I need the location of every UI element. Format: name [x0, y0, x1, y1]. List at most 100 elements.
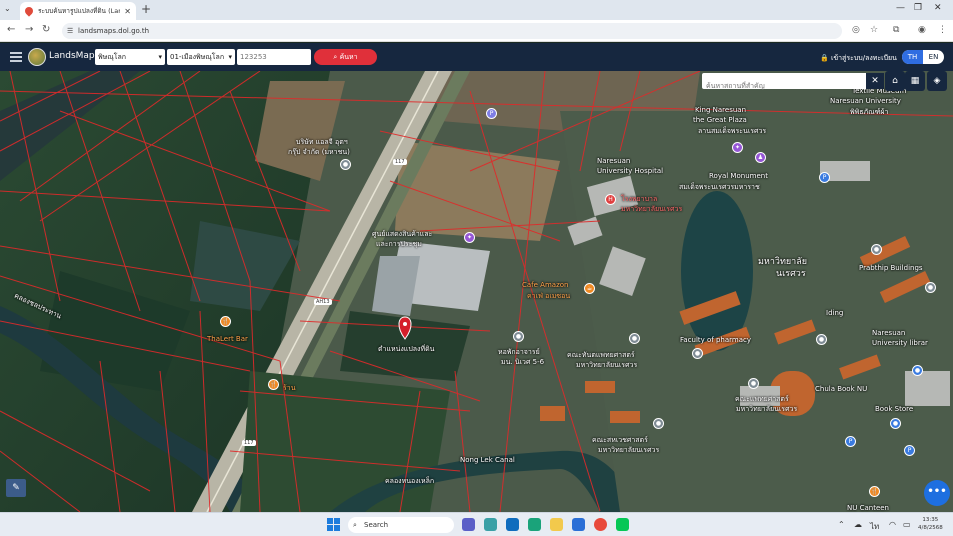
language-icon[interactable]: ไท — [870, 520, 879, 533]
teams-icon[interactable] — [462, 518, 475, 531]
parking-marker-icon[interactable]: P — [904, 445, 915, 456]
onedrive-icon[interactable]: ☁ — [854, 520, 862, 529]
label-chula-book-2: Book Store — [875, 405, 914, 413]
tab-list-icon[interactable]: ⌄ — [4, 4, 11, 13]
pharmacy-marker-icon[interactable]: ● — [692, 348, 703, 359]
label-iding: Iding — [826, 309, 844, 317]
chrome-icon[interactable] — [594, 518, 607, 531]
parcel-number-input[interactable] — [237, 49, 311, 65]
bookmark-star-icon[interactable]: ☆ — [870, 25, 878, 35]
extensions-icon[interactable]: ⧉ — [893, 25, 899, 35]
close-window-icon[interactable]: ✕ — [934, 3, 942, 13]
label-king-th: ลานสมเด็จพระนเรศวร — [698, 127, 767, 135]
url-text: landsmaps.dol.go.th — [78, 27, 150, 35]
clear-search-icon[interactable]: ✕ — [866, 73, 884, 89]
label-naresuan-hospital: Naresuan — [597, 157, 631, 165]
parking-marker-icon[interactable]: P — [845, 436, 856, 447]
exhibition-marker-icon[interactable]: ✦ — [464, 232, 475, 243]
home-building-icon[interactable]: ⌂ — [885, 71, 905, 91]
windows-taskbar: ⌕ Search ⌃ ☁ ไท ◠ ▭ 13:35 4/8/2568 — [0, 512, 953, 536]
label-nu-library: Naresuan — [872, 329, 906, 337]
file-explorer-icon[interactable] — [550, 518, 563, 531]
more-options-button[interactable]: ••• — [924, 480, 950, 506]
url-field[interactable]: ☰ landsmaps.dol.go.th — [62, 23, 842, 39]
label-textile-2: Naresuan University — [830, 97, 901, 105]
label-nong-lek-canal: Nong Lek Canal — [460, 456, 515, 464]
language-toggle[interactable]: TH EN — [902, 50, 944, 64]
tray-chevron-icon[interactable]: ⌃ — [838, 520, 845, 529]
label-prabthip: Prabthip Buildings — [859, 264, 923, 272]
label-royal-monument: Royal Monument — [709, 172, 768, 180]
label-cafe-amazon: Cafe Amazon — [522, 281, 569, 289]
plaza-marker-icon[interactable]: ✦ — [732, 142, 743, 153]
lang-th-option[interactable]: TH — [902, 50, 923, 64]
copilot-icon[interactable] — [484, 518, 497, 531]
profile-icon[interactable]: ◉ — [918, 25, 926, 35]
forward-icon[interactable]: → — [25, 24, 33, 35]
close-tab-icon[interactable]: ✕ — [124, 7, 131, 16]
label-allied-health-2: มหาวิทยาลัยนเรศวร — [598, 446, 660, 454]
satellite-map[interactable]: 117 AH13 117 P ● ✦ H ✦ ♟ P ● ● ☕ 🍴 🍴 ● ●… — [0, 71, 953, 512]
restaurant-marker-icon[interactable]: 🍴 — [268, 379, 279, 390]
tab-title: ระบบค้นหารูปแปลงที่ดิน (LandsMa... — [38, 7, 121, 15]
route-117-shield: 117 — [393, 159, 407, 165]
new-tab-icon[interactable]: + — [141, 2, 151, 16]
district-select[interactable]: 01-เมืองพิษณุโลก ▾ — [167, 49, 235, 65]
reload-icon[interactable]: ↻ — [42, 24, 50, 35]
battery-icon[interactable]: ▭ — [903, 520, 911, 529]
browser-menu-icon[interactable]: ⋮ — [938, 25, 947, 35]
outlook-icon[interactable] — [506, 518, 519, 531]
canteen-marker-icon[interactable]: 🍴 — [869, 486, 880, 497]
dorm-marker-icon[interactable]: ● — [513, 331, 524, 342]
label-royal-th: สมเด็จพระนเรศวรมหาราช — [679, 183, 760, 191]
site-info-icon[interactable]: ☰ — [67, 23, 73, 39]
lang-en-option[interactable]: EN — [923, 50, 944, 64]
landmark-search-box[interactable]: ✕ — [702, 73, 884, 94]
label-king-naresuan: King Naresuan — [695, 106, 747, 114]
hospital-marker-icon[interactable]: H — [605, 194, 616, 205]
med-marker-icon[interactable]: ● — [748, 378, 759, 389]
label-university-2: นเรศวร — [776, 269, 806, 279]
clock[interactable]: 13:35 4/8/2568 — [918, 516, 943, 532]
label-exhibition-2: และการประชุม — [376, 240, 422, 248]
building-marker-icon[interactable]: ● — [816, 334, 827, 345]
route-ah13-shield: AH13 — [314, 299, 332, 305]
maximize-icon[interactable]: ❐ — [914, 3, 922, 13]
measure-tool-icon[interactable]: ✎ — [6, 479, 26, 497]
line-icon[interactable] — [616, 518, 629, 531]
building-marker-icon[interactable]: ● — [871, 244, 882, 255]
province-select[interactable]: พิษณุโลก ▾ — [95, 49, 165, 65]
label-shop: ร้าน — [283, 384, 296, 392]
menu-hamburger-icon[interactable] — [10, 52, 22, 62]
windows-start-icon[interactable] — [327, 518, 340, 531]
allied-marker-icon[interactable]: ● — [653, 418, 664, 429]
edge-icon[interactable] — [528, 518, 541, 531]
eye-off-icon[interactable]: ◎ — [852, 25, 860, 35]
store-icon[interactable] — [572, 518, 585, 531]
label-dentistry-2: มหาวิทยาลัยนเรศวร — [576, 361, 638, 369]
layers-icon[interactable]: ◈ — [927, 71, 947, 91]
cafe-marker-icon[interactable]: ☕ — [584, 283, 595, 294]
wifi-icon[interactable]: ◠ — [889, 520, 896, 529]
bar-marker-icon[interactable]: 🍴 — [220, 316, 231, 327]
poi-marker-icon[interactable]: ● — [912, 365, 923, 376]
label-parcel-pin: ตำแหน่งแปลงที่ดิน — [378, 345, 435, 353]
monument-marker-icon[interactable]: ♟ — [755, 152, 766, 163]
building-marker-icon[interactable]: ● — [925, 282, 936, 293]
browser-tab[interactable]: ระบบค้นหารูปแปลงที่ดิน (LandsMa... ✕ — [20, 2, 136, 20]
taskbar-search-label: Search — [364, 521, 389, 529]
label-cafe-amazon-th: คาเฟ่ อเมซอน — [527, 292, 571, 300]
minimize-icon[interactable]: — — [896, 3, 905, 13]
back-icon[interactable]: ← — [7, 24, 15, 35]
bookstore-marker-icon[interactable]: ● — [890, 418, 901, 429]
label-nu-library-2: University librar — [872, 339, 928, 347]
landmark-search-input[interactable] — [702, 78, 862, 94]
faculty-marker-icon[interactable]: ● — [629, 333, 640, 344]
grid-table-icon[interactable]: ▦ — [905, 71, 925, 91]
login-link[interactable]: 🔒 เข้าสู่ระบบ/ลงทะเบียน — [820, 53, 897, 64]
parking-marker-icon[interactable]: P — [486, 108, 497, 119]
search-button[interactable]: ⌕ ค้นหา — [314, 49, 377, 65]
taskbar-search[interactable]: ⌕ Search — [348, 517, 454, 533]
parking-marker-icon[interactable]: P — [819, 172, 830, 183]
poi-marker-icon[interactable]: ● — [340, 159, 351, 170]
